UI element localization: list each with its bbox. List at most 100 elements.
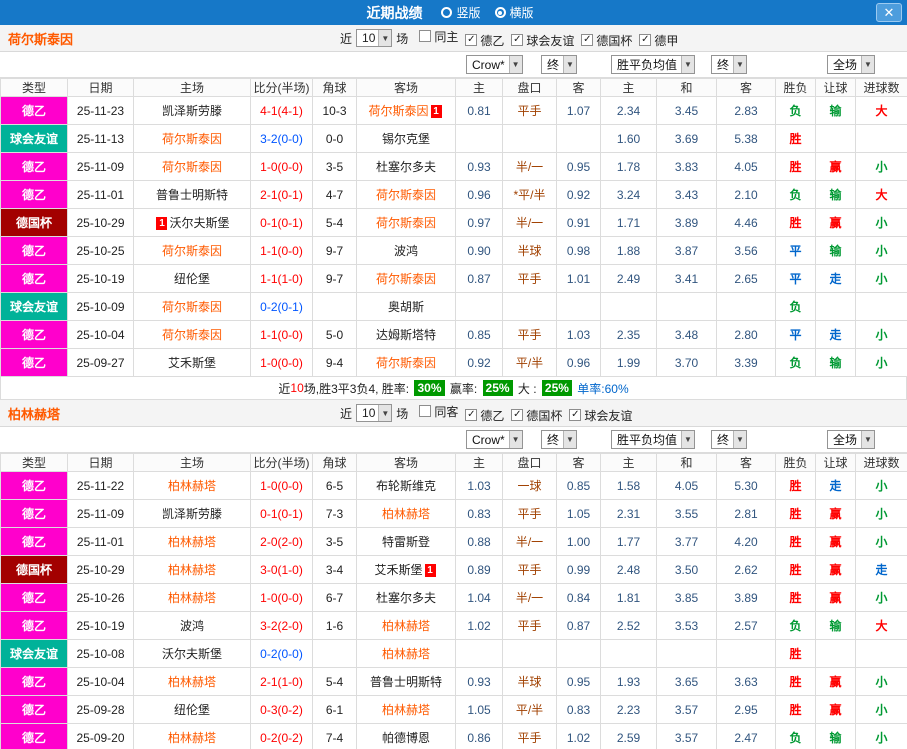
corner-cell: 3-5 [312,527,357,556]
home-team-cell: 凯泽斯劳滕 [133,499,251,528]
team-link[interactable]: 荷尔斯泰因 [162,244,222,258]
team-link[interactable]: 荷尔斯泰因 [376,356,436,370]
match-row: 德乙 25-11-09 凯泽斯劳滕 0-1(0-1) 7-3 柏林赫塔 0.83 平手 1.05… [0,499,907,528]
team-link[interactable]: 荷尔斯泰因 [162,160,222,174]
team-link[interactable]: 杜塞尔多夫 [376,160,436,174]
team-link[interactable]: 特雷斯登 [382,535,430,549]
odds-time-select[interactable]: 终 ▼ [541,55,577,74]
team-link[interactable]: 荷尔斯泰因 [162,132,222,146]
eu-draw-odds: 3.48 [656,320,717,349]
layout-radio-horizontal[interactable]: 横版 [494,4,534,21]
column-header: 进球数 [855,453,907,472]
filter-checkbox[interactable]: ✓ 德乙 [465,32,504,49]
europe-odds-select[interactable]: 胜平负均值 ▼ [611,55,695,74]
match-row: 德乙 25-11-01 柏林赫塔 2-0(2-0) 3-5 特雷斯登 0.88 半/一 1.00… [0,527,907,556]
team-link[interactable]: 柏林赫塔 [382,507,430,521]
team-link[interactable]: 柏林赫塔 [168,563,216,577]
eu-away-odds: 4.20 [716,527,776,556]
team-link[interactable]: 柏林赫塔 [168,535,216,549]
team-link[interactable]: 沃尔夫斯堡 [162,647,222,661]
team-link[interactable]: 达姆斯塔特 [376,328,436,342]
filter-checkbox[interactable]: ✓ 德国杯 [511,407,562,424]
eu-away-odds: 3.56 [716,236,776,265]
team-link[interactable]: 荷尔斯泰因 [376,188,436,202]
team-link[interactable]: 柏林赫塔 [382,619,430,633]
away-team-cell: 奥胡斯 [356,292,456,321]
home-team-cell: 沃尔夫斯堡 [133,639,251,668]
team-link[interactable]: 荷尔斯泰因 [162,328,222,342]
filter-checkbox[interactable]: ✓ 球会友谊 [511,32,574,49]
ah-away-odds [556,639,601,668]
filter-checkbox[interactable]: ✓ 德甲 [639,32,678,49]
team-link[interactable]: 柏林赫塔 [168,731,216,745]
score-cell: 1-0(0-0) [250,152,313,181]
scope-select[interactable]: 全场 ▼ [827,430,875,449]
team-link[interactable]: 柏林赫塔 [168,675,216,689]
team-link[interactable]: 荷尔斯泰因 [376,272,436,286]
team-link[interactable]: 艾禾斯堡 [168,356,216,370]
league-type-cell: 球会友谊 [0,124,68,153]
layout-radio-vertical[interactable]: 竖版 [441,4,481,21]
match-count-select[interactable]: 10 ▼ [356,404,393,422]
close-button[interactable]: ✕ [876,3,902,22]
team-link[interactable]: 波鸿 [180,619,204,633]
checkbox-icon [419,405,432,417]
eu-draw-odds: 3.50 [656,555,717,584]
match-row: 德乙 25-09-20 柏林赫塔 0-2(0-2) 7-4 帕德博恩 0.86 平手 1.02 2… [0,723,907,749]
eu-home-odds: 1.99 [600,348,657,377]
europe-time-select[interactable]: 终 ▼ [711,55,747,74]
team-link[interactable]: 柏林赫塔 [382,647,430,661]
team-link[interactable]: 波鸿 [394,244,418,258]
team-link[interactable]: 柏林赫塔 [168,591,216,605]
team-link[interactable]: 锡尔克堡 [382,132,430,146]
team-link[interactable]: 沃尔夫斯堡 [169,216,229,230]
team-link[interactable]: 杜塞尔多夫 [376,591,436,605]
home-team-cell: 柏林赫塔 [133,723,251,749]
team-link[interactable]: 艾禾斯堡 [374,563,422,577]
team-link[interactable]: 荷尔斯泰因 [368,104,428,118]
corner-cell: 9-7 [312,236,357,265]
odds-company-select[interactable]: Crow* ▼ [466,430,523,449]
away-team-cell: 波鸿 [356,236,456,265]
team-section-hertha: 柏林赫塔 近 10 ▼ 场 同客 ✓ 德乙 ✓ 德国杯 ✓ 球会友谊 Crow* ▼ 终 ▼ 胜… [0,400,907,749]
team-link[interactable]: 奥胡斯 [388,300,424,314]
team-link[interactable]: 普鲁士明斯特 [156,188,228,202]
eu-away-odds: 3.39 [716,348,776,377]
team-link[interactable]: 荷尔斯泰因 [376,216,436,230]
team-link[interactable]: 普鲁士明斯特 [370,675,442,689]
column-header: 客 [556,453,601,472]
team-link[interactable]: 布轮斯维克 [376,479,436,493]
filter-checkbox[interactable]: ✓ 德国杯 [581,32,632,49]
team-link[interactable]: 凯泽斯劳滕 [162,507,222,521]
team-link[interactable]: 纽伦堡 [174,703,210,717]
team-link[interactable]: 柏林赫塔 [168,479,216,493]
europe-time-select[interactable]: 终 ▼ [711,430,747,449]
filter-checkbox[interactable]: ✓ 德乙 [465,407,504,424]
column-header: 盘口 [502,78,557,97]
team-link[interactable]: 纽伦堡 [174,272,210,286]
odds-company-select[interactable]: Crow* ▼ [466,55,523,74]
team-link[interactable]: 柏林赫塔 [382,703,430,717]
team-link[interactable]: 凯泽斯劳滕 [162,104,222,118]
date-cell: 25-11-09 [67,152,134,181]
filter-checkbox[interactable]: ✓ 球会友谊 [569,407,632,424]
scope-select[interactable]: 全场 ▼ [827,55,875,74]
league-type-cell: 德乙 [0,499,68,528]
ah-away-odds: 1.05 [556,499,601,528]
away-team-cell: 荷尔斯泰因 [356,180,456,209]
filter-checkbox[interactable]: 同客 [419,403,458,420]
date-cell: 25-11-09 [67,499,134,528]
filter-checkbox[interactable]: 同主 [419,28,458,45]
result-cell: 平 [775,264,816,293]
date-cell: 25-10-09 [67,292,134,321]
match-row: 德乙 25-10-25 荷尔斯泰因 1-1(0-0) 9-7 波鸿 0.90 半球 0.98 1.… [0,236,907,265]
team-link[interactable]: 荷尔斯泰因 [162,300,222,314]
team-link[interactable]: 帕德博恩 [382,731,430,745]
match-count-select[interactable]: 10 ▼ [356,29,393,47]
odds-time-select[interactable]: 终 ▼ [541,430,577,449]
europe-odds-select[interactable]: 胜平负均值 ▼ [611,430,695,449]
date-cell: 25-10-19 [67,611,134,640]
column-header: 客场 [356,453,456,472]
score-cell: 2-1(0-1) [250,180,313,209]
league-type-cell: 德乙 [0,667,68,696]
